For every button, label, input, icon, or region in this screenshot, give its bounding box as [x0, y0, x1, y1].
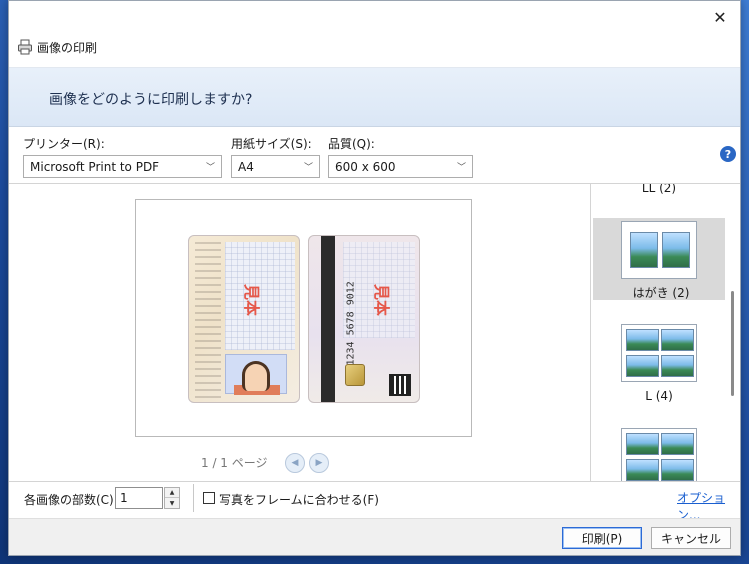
sample-stamp: 見本 — [372, 283, 392, 317]
thumbnail-image — [661, 355, 694, 377]
title-bar: 画像の印刷 — [17, 37, 97, 57]
page-indicator: 1 / 1 ページ — [201, 456, 268, 470]
printer-value: Microsoft Print to PDF — [30, 159, 160, 174]
card-photo — [225, 354, 287, 395]
close-icon: ✕ — [713, 7, 727, 27]
paper-size-value: A4 — [238, 159, 254, 174]
thumbnail-image — [662, 232, 690, 268]
printer-select[interactable]: Microsoft Print to PDF ﹀ — [23, 155, 222, 178]
layout-thumbnail[interactable] — [621, 324, 697, 382]
dialog-footer: 印刷(P) キャンセル — [9, 518, 740, 555]
fit-to-frame-checkbox[interactable] — [203, 492, 215, 504]
arrow-right-icon: ▶ — [315, 458, 323, 468]
quality-label: 品質(Q): — [328, 137, 375, 151]
quality-value: 600 x 600 — [335, 159, 396, 174]
close-button[interactable]: ✕ — [706, 5, 734, 29]
paper-size-select[interactable]: A4 ﹀ — [231, 155, 320, 178]
printer-label: プリンター(R): — [23, 137, 105, 151]
copies-label: 各画像の部数(C): — [24, 493, 118, 507]
header-banner: 画像をどのように印刷しますか? — [9, 67, 740, 127]
options-bar: 各画像の部数(C): 1 ▲ ▼ 写真をフレームに合わせる(F) オプション..… — [9, 482, 740, 522]
spin-up-icon[interactable]: ▲ — [165, 488, 179, 498]
page-title: 画像をどのように印刷しますか? — [49, 92, 253, 108]
divider — [193, 484, 194, 512]
quality-select[interactable]: 600 x 600 ﹀ — [328, 155, 473, 178]
thumbnail-image — [661, 329, 694, 351]
layout-item-label[interactable]: LL (2) — [591, 184, 727, 195]
card-magnetic-strip — [321, 236, 335, 402]
qr-code-icon — [389, 374, 411, 396]
help-icon[interactable]: ? — [720, 146, 736, 162]
copies-input[interactable]: 1 — [115, 487, 163, 509]
thumbnail-image — [626, 433, 659, 455]
cancel-button[interactable]: キャンセル — [651, 527, 731, 549]
card-text-lines — [195, 242, 221, 398]
id-card-front-image: 見本 — [188, 235, 300, 403]
layout-item-label[interactable]: L (4) — [591, 389, 727, 403]
thumbnail-image — [626, 329, 659, 351]
chevron-down-icon: ﹀ — [205, 163, 215, 173]
print-pictures-dialog: ✕ 画像の印刷 画像をどのように印刷しますか? プリンター(R): Micros… — [8, 0, 741, 556]
arrow-left-icon: ◀ — [291, 458, 299, 468]
window-title: 画像の印刷 — [37, 40, 98, 55]
layout-item-selected[interactable]: はがき (2) — [593, 218, 725, 300]
layout-list[interactable]: LL (2) はがき (2) L (4) — [591, 184, 740, 482]
chevron-down-icon: ﹀ — [303, 163, 313, 173]
photo-face — [242, 361, 270, 391]
thumbnail-image — [630, 232, 658, 268]
thumbnail-image — [661, 433, 694, 455]
page-preview: 見本 1234 5678 9012 見本 — [135, 199, 472, 437]
print-button[interactable]: 印刷(P) — [562, 527, 642, 549]
preview-area: 見本 1234 5678 9012 見本 1 / 1 ページ ◀ ▶ — [9, 184, 590, 482]
card-number: 1234 5678 9012 — [345, 281, 357, 366]
ic-chip-icon — [345, 364, 365, 386]
layout-item-label: はがき (2) — [632, 286, 690, 300]
copies-stepper[interactable]: ▲ ▼ — [164, 487, 180, 509]
sample-stamp: 見本 — [242, 283, 262, 317]
printer-icon — [18, 39, 32, 55]
previous-page-button[interactable]: ◀ — [285, 453, 305, 473]
layout-thumbnail[interactable] — [621, 428, 697, 482]
chevron-down-icon: ﹀ — [456, 163, 466, 173]
spin-down-icon[interactable]: ▼ — [165, 498, 179, 508]
thumbnail-image — [626, 355, 659, 377]
layout-scrollbar[interactable] — [731, 291, 734, 396]
layout-thumbnail — [621, 221, 697, 279]
thumbnail-image — [661, 459, 694, 481]
paper-size-label: 用紙サイズ(S): — [231, 137, 312, 151]
thumbnail-image — [626, 459, 659, 481]
next-page-button[interactable]: ▶ — [309, 453, 329, 473]
fit-to-frame-label[interactable]: 写真をフレームに合わせる(F) — [219, 491, 379, 508]
id-card-back-image: 1234 5678 9012 見本 — [308, 235, 420, 403]
